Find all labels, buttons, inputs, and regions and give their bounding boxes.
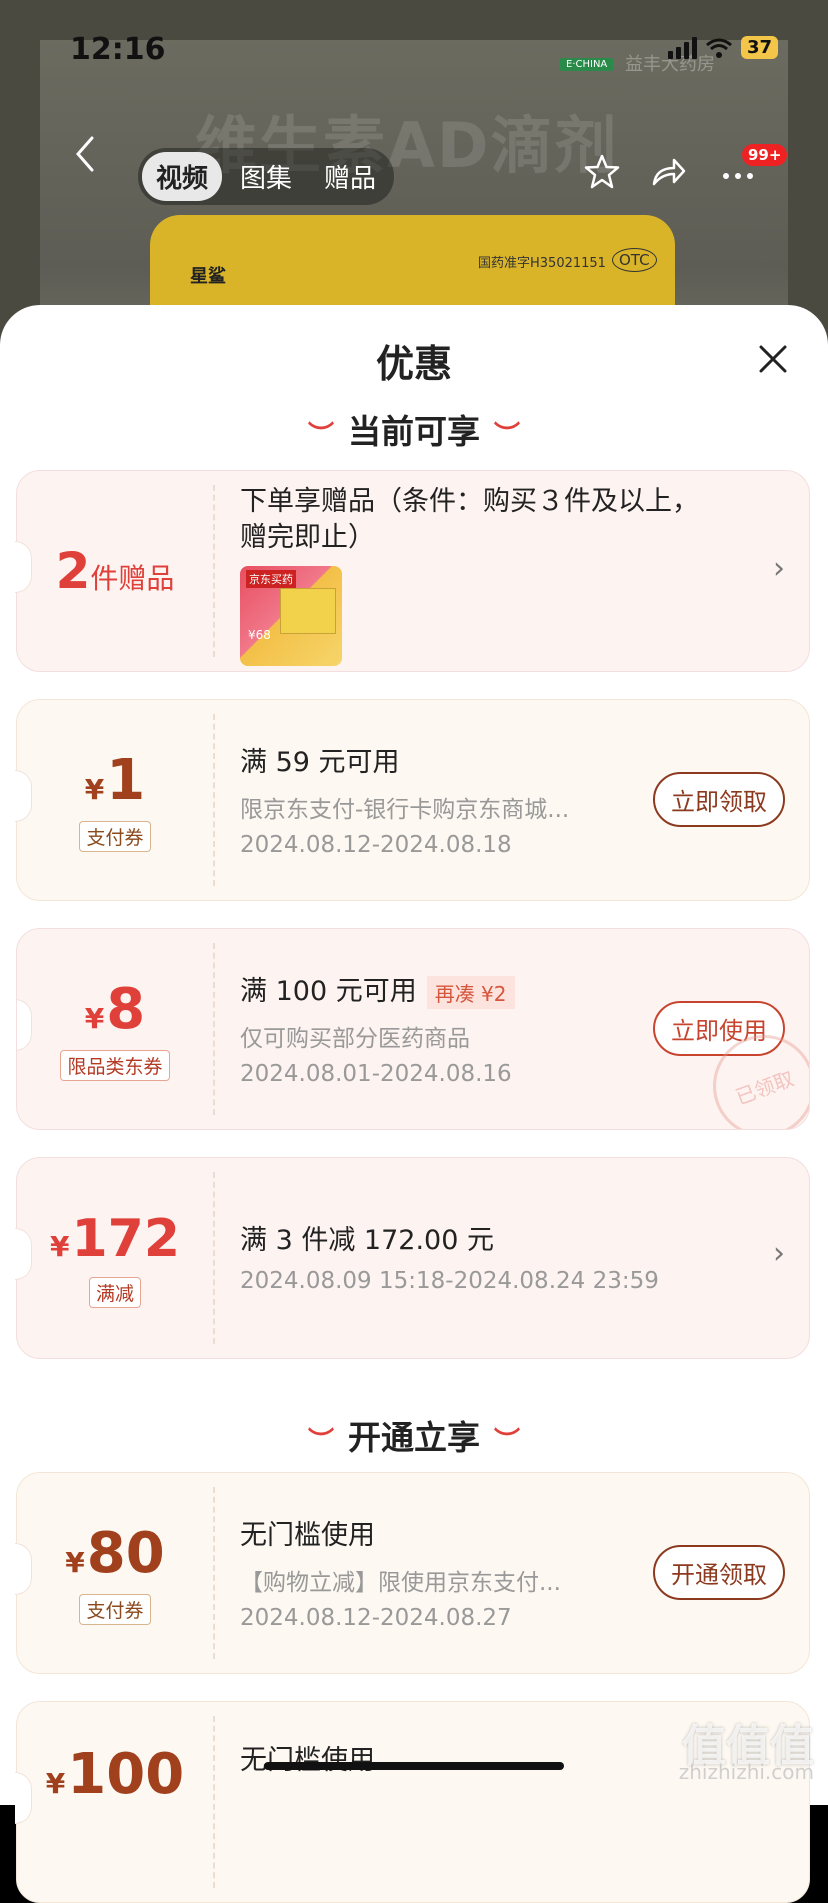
status-time: 12:16 [70,32,166,67]
registration-number: 国药准字H35021151 [478,256,606,271]
currency-symbol: ¥ [45,1767,66,1800]
discount-amount-block: ¥172 满减 [17,1158,213,1358]
currency-symbol: ¥ [49,1229,70,1263]
currency-symbol: ¥ [84,1002,105,1035]
gift-image-price: ¥68 [248,628,271,642]
signal-icon [667,36,697,59]
chevron-right-icon[interactable]: › [773,551,785,586]
coupon-type-tag: 限品类东券 [60,1050,170,1081]
coupon-type-tag: 支付券 [79,821,151,852]
discount-validity: 2024.08.09 15:18-2024.08.24 23:59 [240,1268,659,1294]
close-icon[interactable] [753,339,793,379]
coupon-amount-block: ¥8 限品类东券 [17,929,213,1129]
site-watermark-url: zhizhizhi.com [678,1760,814,1784]
coupon-amount-block: ¥100 [17,1702,213,1902]
card-divider [213,1716,215,1888]
open-claim-button[interactable]: 开通领取 [653,1545,785,1600]
gift-condition-cont: 赠完即止） [240,522,375,553]
gift-product-image[interactable]: 京东买药 ¥68 [240,566,342,666]
discount-amount: ¥172 [50,1209,180,1269]
coupon-condition: 无门槛使用 [240,1745,375,1776]
brand-label: 星鲨 [190,266,226,287]
section-open-label: 开通立享 [348,1418,480,1457]
media-tabs: 视频 图集 赠品 [138,148,395,205]
discount-type-tag: 满减 [88,1276,141,1308]
coupon-value: 1 [106,748,146,813]
section-current-label: 当前可享 [348,412,480,451]
card-divider [213,485,215,657]
card-divider [213,1172,215,1344]
coupon-value: 8 [106,977,146,1042]
currency-symbol: ¥ [84,773,105,806]
coupon-validity: 2024.08.01-2024.08.16 [240,1061,512,1087]
smile-deco-icon: ︶ [307,421,334,451]
coupon-type-tag: 支付券 [79,1594,151,1625]
coupon-amount-block: ¥1 支付券 [17,700,213,900]
card-divider [213,714,215,886]
gift-amount-block: 2件赠品 [17,471,213,671]
add-more-tag: 再凑 ¥2 [426,976,515,1009]
tab-gift[interactable]: 赠品 [310,152,390,201]
coupon-validity: 2024.08.12-2024.08.27 [240,1605,512,1631]
share-icon[interactable] [648,152,688,192]
gift-box-shape [280,588,336,634]
discount-condition: 满 3 件减 172.00 元 [240,1225,494,1256]
tab-gallery[interactable]: 图集 [226,152,306,201]
discount-card[interactable]: ¥172 满减 满 3 件减 172.00 元 2024.08.09 15:18… [15,1157,810,1359]
coupon-description: 【购物立减】限使用京东支付... [240,1570,561,1596]
coupon-condition-row: 满 100 元可用 再凑 ¥2 [240,969,515,1009]
coupon-amount: ¥1 [85,748,145,813]
wifi-icon [705,38,732,58]
coupon-validity: 2024.08.12-2024.08.18 [240,832,512,858]
smile-deco-icon: ︶ [307,1427,334,1457]
chevron-right-icon[interactable]: › [773,1236,785,1271]
otc-label: OTC [612,248,657,272]
currency-symbol: ¥ [65,1546,85,1579]
section-current-header: ︶ 当前可享 ︶ [0,405,828,453]
card-divider [213,943,215,1115]
coupon-value: 80 [86,1521,165,1586]
coupon-condition: 满 59 元可用 [240,747,400,778]
coupon-amount: ¥8 [85,977,145,1042]
discount-sheet: 优惠 ︶ 当前可享 ︶ 2件赠品 下单享赠品（条件：购买３件及以上， 赠完即止） 京… [0,305,828,1903]
gift-image-label: 京东买药 [246,570,296,588]
card-divider [213,1487,215,1659]
coupon-card[interactable]: ¥80 支付券 无门槛使用 【购物立减】限使用京东支付... 2024.08.1… [15,1472,810,1674]
coupon-amount: ¥80 [65,1521,164,1586]
battery-icon: 37 [740,36,778,59]
gift-condition: 下单享赠品（条件：购买３件及以上， [240,486,699,517]
favorite-star-icon[interactable] [582,152,622,192]
echina-badge: E·CHINA [560,58,614,71]
coupon-condition: 满 100 元可用 [240,976,417,1007]
coupon-condition: 无门槛使用 [240,1520,375,1551]
status-icons: 37 [667,36,778,59]
coupon-description: 仅可购买部分医药商品 [240,1026,470,1052]
tab-video[interactable]: 视频 [142,152,223,201]
back-icon[interactable] [70,134,100,174]
claim-button[interactable]: 立即领取 [653,772,785,827]
coupon-card[interactable]: ¥1 支付券 满 59 元可用 限京东支付-银行卡购京东商城... 2024.0… [15,699,810,901]
gift-offer-card[interactable]: 2件赠品 下单享赠品（条件：购买３件及以上， 赠完即止） 京东买药 ¥68 › [15,470,810,672]
coupon-card[interactable]: ¥8 限品类东券 满 100 元可用 再凑 ¥2 仅可购买部分医药商品 2024.… [16,928,810,1130]
section-open-header: ︶ 开通立享 ︶ [0,1411,828,1459]
coupon-amount-block: ¥80 支付券 [17,1473,213,1673]
coupon-amount: ¥100 [46,1742,184,1807]
gift-amount: 2件赠品 [56,542,175,600]
smile-deco-icon: ︶ [494,1427,521,1457]
message-count-badge: 99+ [742,144,788,166]
smile-deco-icon: ︶ [494,421,521,451]
gift-unit: 件赠品 [90,562,175,595]
coupon-description: 限京东支付-银行卡购京东商城... [240,797,570,823]
gift-count: 2 [55,542,91,600]
sheet-title: 优惠 [375,342,452,386]
coupon-value: 100 [67,1742,185,1807]
discount-value: 172 [71,1208,181,1269]
home-indicator[interactable] [264,1762,564,1770]
